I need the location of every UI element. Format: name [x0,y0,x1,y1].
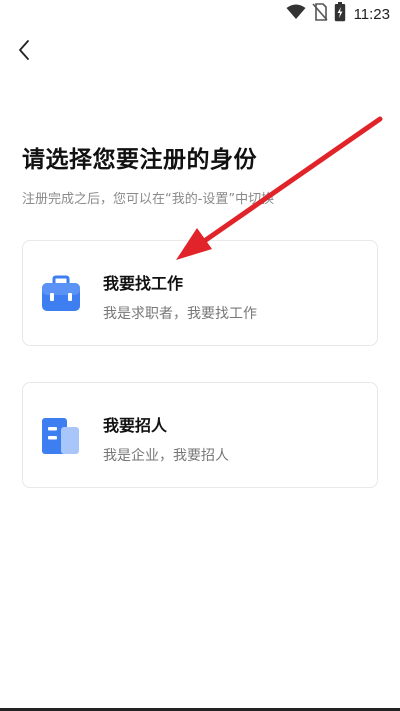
wifi-icon [286,4,306,24]
job-seeker-option-description: 我是求职者，我要找工作 [103,306,257,322]
briefcase-icon [41,273,81,313]
no-sim-icon [311,3,328,25]
back-button[interactable] [10,36,38,68]
page-subtitle: 注册完成之后，您可以在“我的-设置”中切换 [22,192,275,207]
page-title: 请选择您要注册的身份 [22,147,257,173]
building-icon [41,415,81,455]
status-bar: 11:23 [0,0,400,28]
job-seeker-option-card[interactable]: 我要找工作 我是求职者，我要找工作 [22,240,378,346]
employer-option-description: 我是企业，我要招人 [103,448,229,464]
employer-option-card[interactable]: 我要招人 我是企业，我要招人 [22,382,378,488]
job-seeker-option-title: 我要找工作 [103,274,184,293]
annotation-arrow [176,116,383,260]
battery-charging-icon [334,2,346,26]
chevron-left-icon [17,39,31,65]
status-time: 11:23 [353,5,390,23]
status-icons: 11:23 [286,2,390,26]
employer-option-title: 我要招人 [103,416,168,435]
